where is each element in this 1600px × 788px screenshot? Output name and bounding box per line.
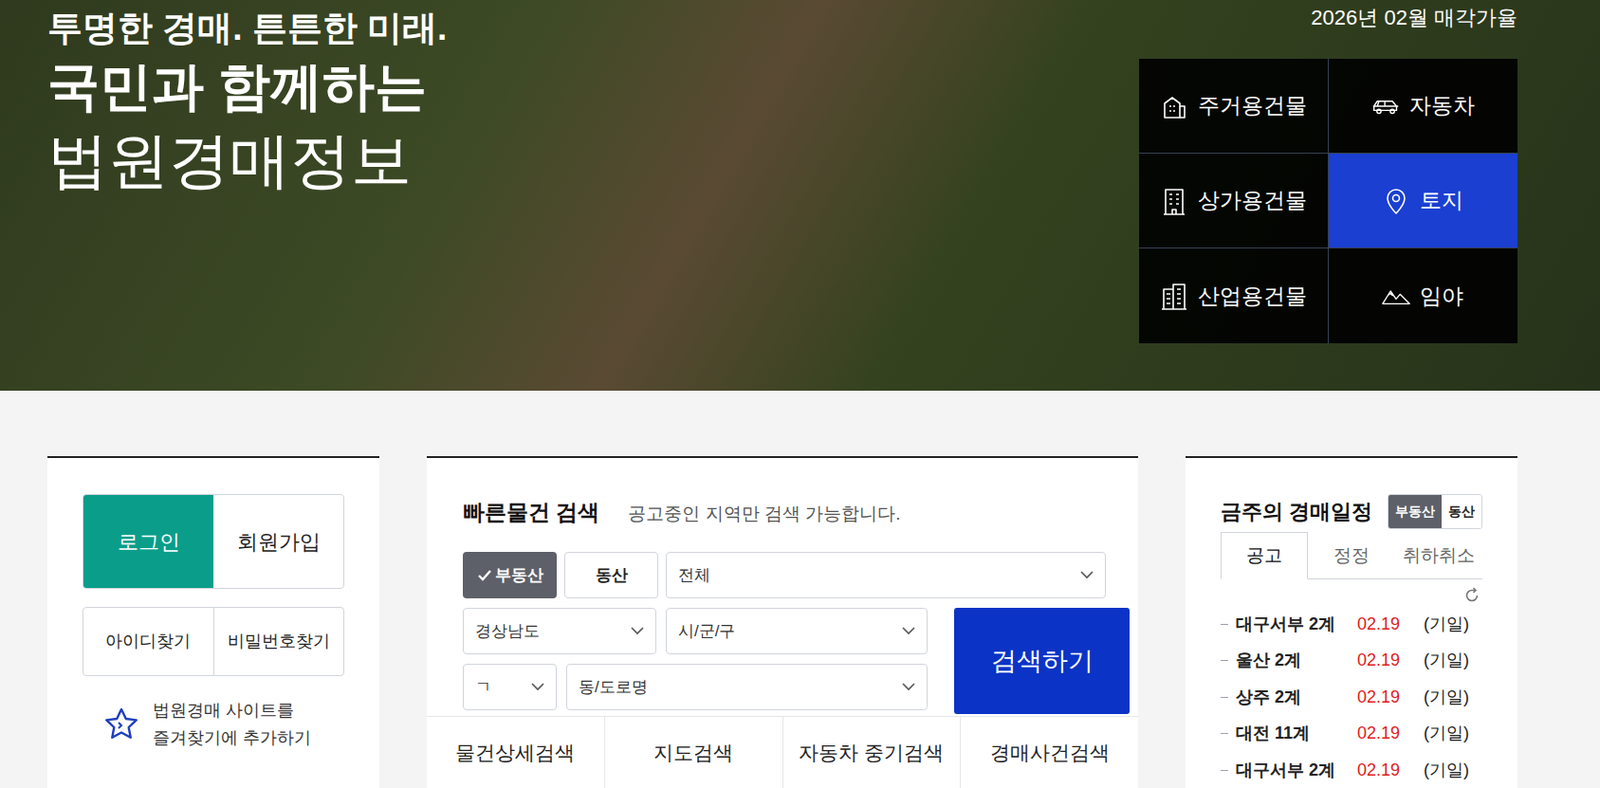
mountain-icon bbox=[1381, 281, 1411, 311]
search-button[interactable]: 검색하기 bbox=[954, 607, 1130, 715]
category-item[interactable]: 산업용건물 bbox=[1139, 248, 1329, 344]
initial-value: ㄱ bbox=[475, 675, 492, 700]
province-value: 경상남도 bbox=[475, 619, 540, 644]
schedule-note: (기일) bbox=[1423, 647, 1470, 674]
category-label: 토지 bbox=[1419, 183, 1464, 218]
dash-icon bbox=[1220, 697, 1229, 699]
car-icon bbox=[1371, 91, 1400, 121]
schedule-court: 대전 11계 bbox=[1235, 720, 1358, 747]
quick-search-card: 빠른물건 검색 공고중인 지역만 검색 가능합니다. 부동산 동산 전체 경상남도 bbox=[426, 456, 1139, 788]
chevron-down-icon bbox=[1080, 570, 1094, 580]
search-link[interactable]: 경매사건검색 bbox=[959, 717, 1139, 788]
schedule-court: 울산 2계 bbox=[1235, 647, 1358, 674]
schedule-tab[interactable]: 취하취소 bbox=[1395, 532, 1483, 580]
category-item[interactable]: 토지 bbox=[1328, 153, 1519, 249]
category-item[interactable]: 임야 bbox=[1328, 248, 1519, 344]
category-label: 산업용건물 bbox=[1197, 279, 1307, 313]
search-link[interactable]: 지도검색 bbox=[604, 717, 783, 788]
schedule-tab[interactable]: 정정 bbox=[1307, 532, 1396, 580]
schedule-item[interactable]: 대구서부 2계02.19(기일) bbox=[1220, 606, 1483, 644]
headline: 국민과 함께하는 bbox=[47, 53, 447, 122]
schedule-item[interactable]: 대구서부 2계02.19(기일) bbox=[1220, 752, 1483, 788]
search-link[interactable]: 물건상세검색 bbox=[426, 717, 605, 788]
schedule-date: 02.19 bbox=[1357, 720, 1424, 747]
sale-rate-link[interactable]: 2026년 02월 매각가율 bbox=[1310, 0, 1518, 59]
category-label: 자동차 bbox=[1409, 89, 1475, 123]
schedule-kind-toggle[interactable]: 부동산 bbox=[1388, 495, 1442, 529]
dong-select[interactable]: 동/도로명 bbox=[566, 663, 928, 711]
schedule-note: (기일) bbox=[1423, 757, 1470, 784]
schedule-title: 금주의 경매일정 bbox=[1220, 496, 1373, 528]
type-button[interactable]: 동산 bbox=[564, 551, 659, 599]
bookmark-text: 법원경매 사이트를 즐겨찾기에 추가하기 bbox=[152, 697, 312, 753]
commercial-building-icon bbox=[1159, 186, 1189, 216]
usage-select[interactable]: 전체 bbox=[665, 551, 1106, 599]
map-pin-icon bbox=[1381, 186, 1411, 216]
city-value: 시/군/구 bbox=[678, 619, 736, 644]
schedule-note: (기일) bbox=[1423, 720, 1470, 747]
find-password-button[interactable]: 비밀번호찾기 bbox=[214, 607, 345, 676]
chevron-down-icon bbox=[531, 682, 545, 692]
schedule-court: 대구서부 2계 bbox=[1235, 611, 1358, 638]
dash-icon bbox=[1220, 660, 1229, 662]
bookmark-link[interactable]: 법원경매 사이트를 즐겨찾기에 추가하기 bbox=[82, 697, 345, 753]
type-label: 부동산 bbox=[495, 563, 544, 589]
usage-value: 전체 bbox=[678, 563, 711, 589]
chevron-down-icon bbox=[901, 626, 916, 636]
chevron-down-icon bbox=[630, 626, 644, 636]
industrial-building-icon bbox=[1159, 281, 1189, 311]
title: 법원경매정보 bbox=[47, 121, 447, 201]
city-select[interactable]: 시/군/구 bbox=[665, 607, 928, 655]
quick-search-title: 빠른물건 검색 bbox=[462, 496, 600, 530]
signup-button[interactable]: 회원가입 bbox=[213, 495, 344, 589]
schedule-date: 02.19 bbox=[1357, 684, 1424, 711]
schedule-item[interactable]: 상주 2계02.19(기일) bbox=[1220, 679, 1483, 717]
refresh-icon[interactable] bbox=[1463, 587, 1481, 605]
category-label: 주거용건물 bbox=[1197, 89, 1307, 123]
schedule-kind-toggle[interactable]: 동산 bbox=[1441, 495, 1482, 529]
category-label: 임야 bbox=[1419, 279, 1464, 313]
type-label: 동산 bbox=[595, 563, 628, 589]
category-grid: 주거용건물 자동차상가용건물 토지산업용건물 임야 bbox=[1139, 58, 1518, 344]
schedule-date: 02.19 bbox=[1357, 647, 1424, 674]
house-icon bbox=[1159, 91, 1189, 121]
dash-icon bbox=[1220, 733, 1229, 735]
search-link[interactable]: 자동차 중기검색 bbox=[782, 717, 961, 788]
category-item[interactable]: 주거용건물 bbox=[1139, 58, 1329, 154]
initial-select[interactable]: ㄱ bbox=[462, 663, 557, 711]
check-icon bbox=[477, 569, 493, 583]
schedule-tab[interactable]: 공고 bbox=[1220, 532, 1308, 580]
schedule-note: (기일) bbox=[1423, 611, 1470, 638]
dong-value: 동/도로명 bbox=[578, 675, 648, 700]
province-select[interactable]: 경상남도 bbox=[462, 607, 657, 655]
type-button[interactable]: 부동산 bbox=[462, 551, 557, 599]
schedule-court: 상주 2계 bbox=[1235, 684, 1358, 711]
schedule-court: 대구서부 2계 bbox=[1235, 757, 1358, 784]
schedule-item[interactable]: 울산 2계02.19(기일) bbox=[1220, 643, 1483, 681]
category-label: 상가용건물 bbox=[1197, 183, 1307, 218]
dash-icon bbox=[1220, 624, 1229, 626]
login-button[interactable]: 로그인 bbox=[83, 495, 214, 589]
find-id-button[interactable]: 아이디찾기 bbox=[83, 607, 215, 676]
schedule-date: 02.19 bbox=[1357, 757, 1424, 784]
quick-search-note: 공고중인 지역만 검색 가능합니다. bbox=[627, 500, 901, 529]
schedule-item[interactable]: 대전 11계02.19(기일) bbox=[1220, 716, 1483, 754]
chevron-down-icon bbox=[901, 682, 916, 692]
category-item[interactable]: 자동차 bbox=[1328, 58, 1519, 154]
schedule-note: (기일) bbox=[1423, 684, 1470, 711]
dash-icon bbox=[1220, 770, 1229, 772]
star-icon bbox=[103, 706, 140, 743]
hero: 투명한 경매. 튼튼한 미래. 국민과 함께하는 법원경매정보 2026년 02… bbox=[0, 0, 1600, 391]
account-card: 로그인 회원가입 아이디찾기 비밀번호찾기 법원경매 사이트를 즐겨찾기에 추가… bbox=[47, 456, 380, 788]
schedule-date: 02.19 bbox=[1357, 611, 1424, 638]
schedule-card: 금주의 경매일정 부동산동산 공고정정취하취소 대구서부 2계02.19(기일)… bbox=[1185, 456, 1518, 788]
category-item[interactable]: 상가용건물 bbox=[1139, 153, 1329, 249]
slogan: 투명한 경매. 튼튼한 미래. bbox=[47, 5, 447, 52]
